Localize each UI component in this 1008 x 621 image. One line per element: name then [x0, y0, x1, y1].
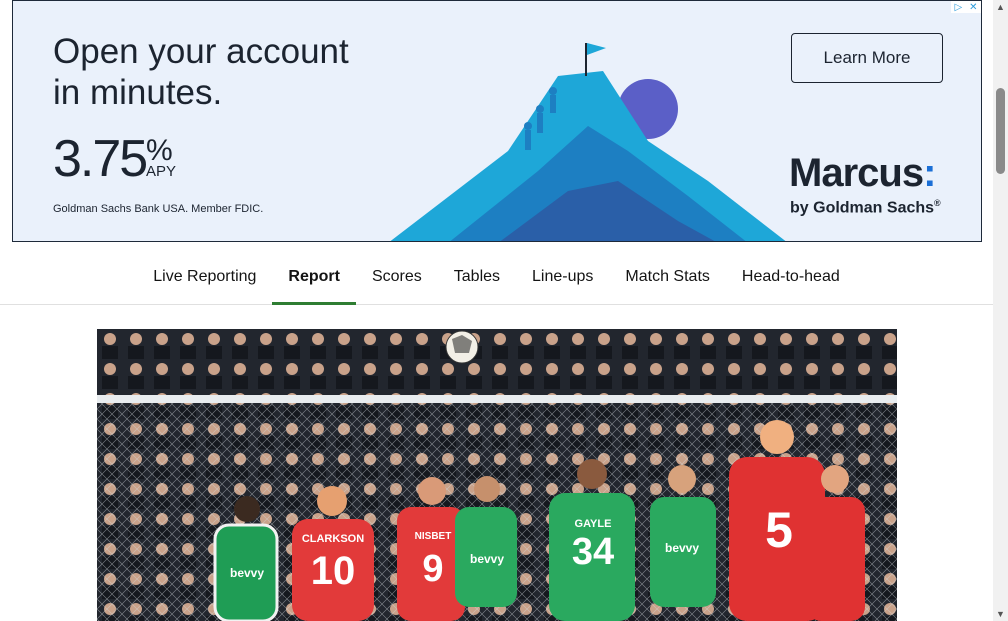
ad-headline-line2: in minutes.: [53, 73, 223, 112]
shirt-number-9: 9: [422, 548, 443, 590]
tab-line-ups[interactable]: Line-ups: [516, 249, 609, 304]
match-photo-image: 10 CLARKSON 9 NISBET 34 GAYLE 5 bevvy be…: [97, 329, 897, 621]
tab-label: Tables: [453, 268, 501, 285]
ad-close-icon[interactable]: ✕: [969, 2, 977, 13]
shirt-number-5: 5: [765, 502, 793, 558]
shirt-name-clarkson: CLARKSON: [302, 533, 364, 545]
ad-brand-name: Marcus: [789, 151, 924, 195]
match-photo: 10 CLARKSON 9 NISBET 34 GAYLE 5 bevvy be…: [97, 329, 897, 621]
tab-label: Report: [288, 268, 340, 285]
scrollbar-thumb[interactable]: [996, 88, 1005, 174]
tab-live-reporting[interactable]: Live Reporting: [137, 249, 272, 304]
shirt-number-10: 10: [311, 549, 356, 593]
ad-rate: 3.75: [53, 130, 148, 188]
ad-choices-icon[interactable]: ▷: [954, 2, 962, 13]
shirt-number-34: 34: [572, 531, 614, 573]
tab-report[interactable]: Report: [272, 249, 356, 305]
ad-brand-colon: :: [923, 151, 936, 195]
page: Open your account in minutes. 3.75 % APY…: [0, 0, 1008, 621]
ad-choices[interactable]: ▷ ✕: [951, 1, 981, 13]
ad-brand-logo: Marcus:: [789, 151, 936, 196]
tab-head-to-head[interactable]: Head-to-head: [726, 249, 856, 304]
shirt-name-nisbet: NISBET: [415, 531, 452, 542]
match-tabs: Live Reporting Report Scores Tables Line…: [0, 249, 993, 305]
tab-label: Scores: [371, 268, 422, 285]
tab-label: Line-ups: [532, 268, 594, 285]
ad-brand-sub-text: by Goldman Sachs: [790, 199, 935, 217]
tab-label: Match Stats: [625, 268, 710, 285]
ad-headline: Open your account in minutes.: [53, 31, 349, 113]
scroll-down-arrow-icon[interactable]: ▼: [993, 607, 1008, 621]
sponsor-bevvy-3: bevvy: [665, 541, 699, 555]
sponsor-bevvy-1: bevvy: [230, 566, 264, 580]
ad-brand-trademark: ®: [934, 198, 941, 208]
ad-banner[interactable]: Open your account in minutes. 3.75 % APY…: [12, 0, 982, 242]
mountain-illustration: [390, 43, 786, 241]
ad-headline-line1: Open your account: [53, 32, 349, 71]
page-scrollbar[interactable]: ▲ ▼: [993, 0, 1008, 621]
tab-tables[interactable]: Tables: [438, 249, 516, 304]
shirt-name-gayle: GAYLE: [575, 518, 612, 530]
ad-rate-unit: APY: [146, 163, 177, 180]
tab-scores[interactable]: Scores: [356, 249, 438, 304]
ad-legal-text: Goldman Sachs Bank USA. Member FDIC.: [53, 203, 264, 215]
tab-label: Live Reporting: [153, 268, 257, 285]
tab-match-stats[interactable]: Match Stats: [609, 249, 725, 304]
learn-more-button[interactable]: Learn More: [791, 33, 943, 83]
scroll-up-arrow-icon[interactable]: ▲: [993, 0, 1008, 14]
sponsor-bevvy-2: bevvy: [470, 552, 504, 566]
ad-brand-sub: by Goldman Sachs®: [790, 198, 941, 217]
tab-label: Head-to-head: [741, 268, 840, 285]
